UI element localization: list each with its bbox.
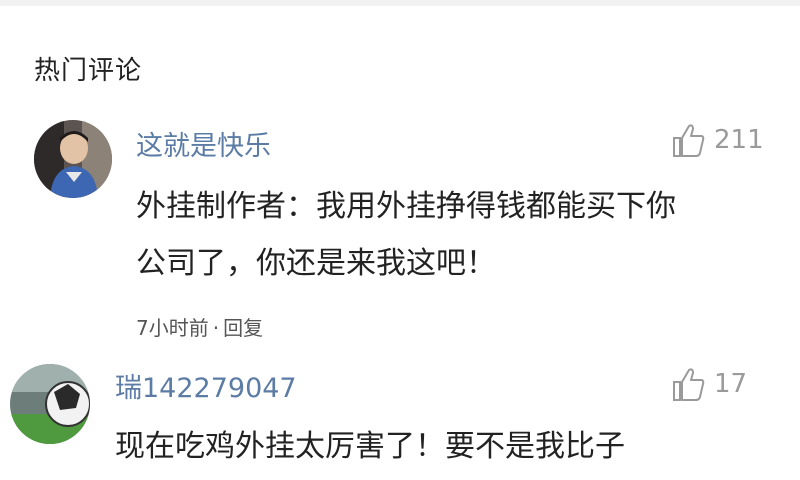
comment-meta: 7小时前 · 回复 (136, 312, 263, 341)
username[interactable]: 这就是快乐 (136, 124, 271, 163)
comment-text-line: 外挂制作者：我用外挂挣得钱都能买下你 (136, 189, 676, 224)
comment-text-line: 公司了，你还是来我这吧！ (136, 246, 496, 281)
timestamp: 7小时前 (136, 316, 209, 340)
section-title: 热门评论 (34, 56, 143, 86)
top-divider (0, 0, 800, 6)
comment-text: 外挂制作者：我用外挂挣得钱都能买下你 公司了，你还是来我这吧！ (136, 178, 676, 292)
separator-dot: · (212, 316, 220, 340)
avatar[interactable] (10, 364, 90, 444)
username[interactable]: 瑞142279047 (115, 366, 297, 405)
thumbs-up-icon (673, 124, 705, 157)
like-count: 211 (714, 125, 764, 155)
comment-text-line: 现在吃鸡外挂太厉害了！要不是我比子 (115, 429, 625, 464)
avatar[interactable] (34, 120, 112, 198)
comment-text: 现在吃鸡外挂太厉害了！要不是我比子 (115, 418, 625, 475)
reply-link[interactable]: 回复 (223, 316, 263, 340)
thumbs-up-icon (673, 368, 705, 401)
like-count: 17 (714, 369, 748, 399)
like-button[interactable]: 211 (672, 122, 764, 158)
like-button[interactable]: 17 (672, 366, 747, 402)
